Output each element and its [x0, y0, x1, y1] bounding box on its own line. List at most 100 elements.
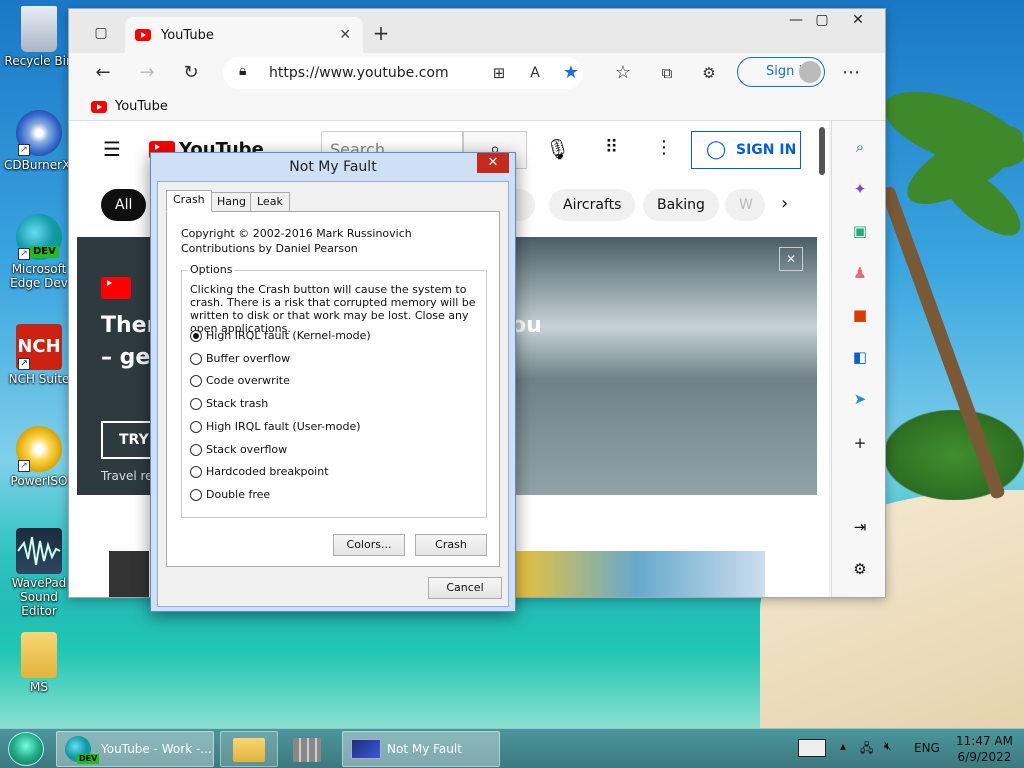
- radio-button[interactable]: [190, 420, 202, 433]
- page-scrollbar[interactable]: [819, 127, 825, 175]
- extensions-icon[interactable]: ⚙: [697, 61, 721, 85]
- desktop-icon-nch-suite[interactable]: NCH ↗ NCH Suite: [4, 324, 74, 386]
- desktop-icon-label: NCH Suite: [8, 372, 70, 386]
- more-menu-icon[interactable]: ⋯: [839, 61, 863, 85]
- tab-close-icon[interactable]: ✕: [339, 27, 351, 43]
- desktop-icon-ms-folder[interactable]: MS: [4, 632, 74, 694]
- radio-hardcoded-breakpoint[interactable]: Hardcoded breakpoint: [190, 465, 329, 478]
- favorites-bar: YouTube: [69, 93, 885, 121]
- refresh-icon[interactable]: ↻: [179, 61, 203, 85]
- tab-actions-icon[interactable]: ▢: [89, 21, 113, 45]
- hamburger-menu-icon[interactable]: ☰: [103, 137, 121, 161]
- chevron-right-icon[interactable]: ›: [781, 193, 788, 214]
- read-aloud-icon[interactable]: A: [523, 61, 547, 85]
- radio-button[interactable]: [190, 443, 202, 456]
- tools-icon[interactable]: ▣: [850, 221, 870, 241]
- radio-high-irql-user[interactable]: High IRQL fault (User-mode): [190, 420, 361, 433]
- browser-toolbar: ← → ↻ 🔒︎ https://www.youtube.com ⊞ A ★ ☆…: [69, 53, 885, 93]
- radio-button[interactable]: [190, 374, 202, 387]
- favorites-item-youtube[interactable]: YouTube: [115, 99, 168, 114]
- discover-icon[interactable]: ✦: [850, 179, 870, 199]
- desktop-icon-cdburnerxp[interactable]: ↗ CDBurnerXP: [4, 110, 78, 172]
- favorite-star-icon[interactable]: ★: [559, 61, 583, 85]
- chip-partial-w[interactable]: W: [725, 189, 765, 221]
- hide-sidebar-icon[interactable]: ⇥: [850, 517, 870, 537]
- desktop-icon-wavepad[interactable]: WavePad Sound Editor: [4, 528, 74, 618]
- desktop-icon-recycle-bin[interactable]: Recycle Bin: [4, 6, 74, 68]
- office-icon[interactable]: ■: [850, 305, 870, 325]
- outlook-icon[interactable]: ◧: [850, 347, 870, 367]
- radio-stack-overflow[interactable]: Stack overflow: [190, 443, 287, 456]
- taskbar-item-app[interactable]: [280, 731, 338, 767]
- tab-leak[interactable]: Leak: [250, 192, 290, 212]
- network-icon[interactable]: 🖧︎: [860, 739, 873, 760]
- microphone-icon[interactable]: 🎙︎: [545, 137, 570, 161]
- search-icon[interactable]: ⌕: [850, 137, 870, 157]
- clock[interactable]: 11:47 AM 6/9/2022: [956, 733, 1013, 765]
- video-thumbnail[interactable]: [109, 551, 149, 597]
- chip-baking[interactable]: Baking: [643, 189, 719, 221]
- apps-grid-icon[interactable]: ⠿: [605, 137, 618, 158]
- send-icon[interactable]: ➤: [850, 389, 870, 409]
- back-icon[interactable]: ←: [91, 61, 115, 85]
- language-indicator[interactable]: ENG: [914, 741, 940, 755]
- video-thumbnail[interactable]: [509, 551, 765, 597]
- taskbar-item-not-my-fault[interactable]: Not My Fault: [342, 731, 500, 767]
- banner-heading-line1: Ther: [101, 313, 158, 338]
- collections-icon[interactable]: ⧉: [655, 61, 679, 85]
- youtube-favicon-icon: [135, 29, 151, 41]
- app-available-icon[interactable]: ⊞: [487, 61, 511, 85]
- colors-button[interactable]: Colors...: [333, 534, 405, 556]
- not-my-fault-dialog: Not My Fault ✕ Crash Hang Leak Copyright…: [150, 152, 516, 612]
- lock-icon: 🔒︎: [239, 63, 247, 79]
- radio-button[interactable]: [190, 352, 202, 365]
- radio-high-irql-kernel[interactable]: High IRQL fault (Kernel-mode): [190, 329, 371, 342]
- radio-button[interactable]: [190, 465, 202, 478]
- new-tab-icon[interactable]: +: [369, 21, 393, 45]
- chip-aircrafts[interactable]: Aircrafts: [549, 189, 636, 221]
- tab-hang[interactable]: Hang: [210, 192, 253, 212]
- dev-badge: DEV: [30, 246, 59, 258]
- desktop-icon-poweriso[interactable]: ↗ PowerISO: [4, 426, 74, 488]
- radio-button[interactable]: [190, 488, 202, 501]
- radio-label: Hardcoded breakpoint: [206, 465, 329, 478]
- banner-close-icon[interactable]: ✕: [779, 247, 803, 271]
- maximize-icon[interactable]: ▢: [809, 9, 835, 33]
- profile-sign-in-button[interactable]: Sign in: [737, 57, 825, 87]
- minimize-icon[interactable]: —: [783, 9, 809, 33]
- copyright-line: Copyright © 2002-2016 Mark Russinovich: [181, 227, 412, 240]
- add-icon[interactable]: +: [850, 433, 870, 453]
- games-icon[interactable]: ♟: [850, 263, 870, 283]
- radio-button[interactable]: [190, 397, 202, 410]
- desktop-icon-label: WavePad Sound Editor: [11, 576, 67, 618]
- radio-button[interactable]: [190, 329, 202, 342]
- radio-stack-trash[interactable]: Stack trash: [190, 397, 268, 410]
- desktop-icon-edge-dev[interactable]: DEV ↗ Microsoft Edge Dev: [4, 214, 74, 290]
- volume-muted-icon[interactable]: 🔇︎: [884, 739, 892, 754]
- dev-badge: DEV: [77, 754, 100, 764]
- radio-double-free[interactable]: Double free: [190, 488, 270, 501]
- chip-all[interactable]: All: [101, 189, 147, 221]
- settings-gear-icon[interactable]: ⚙: [850, 559, 870, 579]
- crash-button[interactable]: Crash: [415, 534, 487, 556]
- taskbar-item-file-explorer[interactable]: [220, 731, 278, 767]
- touch-keyboard-icon[interactable]: [798, 739, 826, 757]
- close-icon[interactable]: ✕: [477, 153, 509, 173]
- taskbar-item-youtube[interactable]: DEV YouTube - Work -...: [56, 731, 214, 767]
- tab-title: YouTube: [161, 27, 214, 43]
- start-button[interactable]: [8, 732, 44, 766]
- youtube-premium-logo-icon: [101, 277, 131, 299]
- tab-crash[interactable]: Crash: [166, 190, 212, 212]
- show-hidden-icons-icon[interactable]: ▴: [840, 739, 846, 753]
- options-description: Clicking the Crash button will cause the…: [190, 283, 476, 335]
- forward-icon[interactable]: →: [135, 61, 159, 85]
- radio-code-overwrite[interactable]: Code overwrite: [190, 374, 290, 387]
- youtube-sign-in-button[interactable]: ◯ SIGN IN: [691, 131, 801, 169]
- browser-tab-youtube[interactable]: YouTube ✕: [125, 17, 363, 53]
- cancel-button[interactable]: Cancel: [428, 577, 502, 599]
- favorites-icon[interactable]: ☆: [611, 61, 635, 85]
- settings-more-icon[interactable]: ⋮: [655, 137, 673, 158]
- not-my-fault-app-icon: [351, 739, 381, 759]
- close-window-icon[interactable]: ✕: [835, 9, 881, 33]
- radio-buffer-overflow[interactable]: Buffer overflow: [190, 352, 290, 365]
